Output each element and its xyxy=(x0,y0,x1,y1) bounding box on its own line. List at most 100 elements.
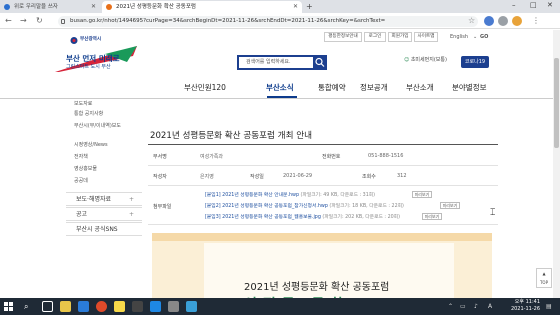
poster-title: 2021년 성평등문화 확산 공동포럼 xyxy=(244,282,390,293)
task-view-icon[interactable] xyxy=(42,301,53,312)
accessibility-info-link[interactable]: 평등한정보안내 xyxy=(324,32,362,42)
sidebar-item-notices[interactable]: 통합 공지사항 xyxy=(74,110,103,117)
app-icon[interactable] xyxy=(132,301,143,312)
chevron-down-icon[interactable]: ⌄ xyxy=(473,32,477,42)
views-value: 312 xyxy=(397,173,407,179)
gnb-item-about-busan[interactable]: 부산소개 xyxy=(406,78,434,98)
page-title: 2021년 성평등문화 확산 공동포럼 개최 안내 xyxy=(150,131,313,141)
attachment-file-link[interactable]: [붙임1] 2021년 성평등문화 확산 안내문.hwp (파일크기: 49 K… xyxy=(205,191,375,198)
gnb-item-civil-service[interactable]: 부산민원120 xyxy=(184,78,226,98)
top-label: TOP xyxy=(539,280,548,285)
sidebar-group-sns[interactable]: 부산시 공식SNS xyxy=(66,222,142,236)
language-select[interactable]: English xyxy=(450,32,468,42)
menu-kebab-icon[interactable]: ⋮ xyxy=(532,15,540,27)
views-label: 조회수 xyxy=(362,174,376,180)
clock-date: 2021-11-26 xyxy=(510,306,540,312)
file-meta: (파일크기: 18 KB, 다운로드 : 22회) xyxy=(329,204,404,209)
sidebar-item-ebook[interactable]: 전자책 xyxy=(74,153,88,160)
maximize-button[interactable]: □ xyxy=(530,1,537,9)
search-button[interactable] xyxy=(313,55,327,70)
file-name[interactable]: [붙임3] 2021년 성평등문화 확산 공동포럼_웹홍보물.jpg xyxy=(205,215,321,220)
expand-plus-icon[interactable]: + xyxy=(129,208,134,222)
browser-edge-icon[interactable] xyxy=(78,301,89,312)
lock-icon[interactable] xyxy=(61,19,65,24)
preview-button[interactable]: 미리보기 xyxy=(422,213,442,220)
expand-plus-icon[interactable]: + xyxy=(129,193,134,207)
tab-title: 위로 우리말을 쓰자 xyxy=(14,4,58,10)
attachment-file-link[interactable]: [붙임3] 2021년 성평등문화 확산 공동포럼_웹홍보물.jpg (파일크기… xyxy=(205,213,400,220)
gnb-item-field-info[interactable]: 분야별정보 xyxy=(452,78,487,98)
dept-label: 부서명 xyxy=(153,154,167,160)
close-tab-icon[interactable]: ✕ xyxy=(293,1,298,13)
sidebar-item-department-news[interactable]: 부산시(부/이내역)보도 xyxy=(74,122,121,129)
file-meta: (파일크기: 49 KB, 다운로드 : 31회) xyxy=(300,193,376,198)
left-sidebar: 보도자료 통합 공지사항 부산시(부/이내역)보도 시정영상/News 전자책 … xyxy=(66,100,142,240)
screen: 위로 우리말을 쓰자 ✕ 2021년 성평등문화 확산 공동포럼 ✕ + – □… xyxy=(0,0,560,315)
tray-up-arrow-icon[interactable]: ⌃ xyxy=(448,303,453,310)
close-window-button[interactable]: ✕ xyxy=(547,1,553,9)
chrome-icon[interactable] xyxy=(96,301,107,312)
author-label: 작성자 xyxy=(153,174,167,180)
notification-icon[interactable]: ▤ xyxy=(546,303,552,310)
kakaotalk-icon[interactable] xyxy=(114,301,125,312)
dept-value: 여성가족과 xyxy=(200,154,224,160)
search-icon xyxy=(315,57,325,67)
ime-language[interactable]: A xyxy=(488,303,492,310)
corona19-button[interactable]: 코로나19 xyxy=(461,56,489,68)
taskbar-clock[interactable]: 오후 11:41 2021-11-26 xyxy=(500,299,540,313)
gnb-item-reservation[interactable]: 통합예약 xyxy=(318,78,346,98)
file-meta: (파일크기: 202 KB, 다운로드 : 20회) xyxy=(322,215,400,220)
taskbar-search-icon[interactable]: ⌕ xyxy=(24,302,28,312)
file-explorer-icon[interactable] xyxy=(60,301,71,312)
site-favicon-icon xyxy=(106,4,112,10)
sidebar-item-press-release[interactable]: 보도자료 xyxy=(74,100,92,107)
gnb-item-busan-news[interactable]: 부산소식 xyxy=(266,78,294,98)
address-toolbar: ← → ↻ busan.go.kr/nhot/1494695?curPage=3… xyxy=(0,13,560,29)
phone-value: 051-888-1516 xyxy=(368,153,404,159)
browser-tab-bar: 위로 우리말을 쓰자 ✕ 2021년 성평등문화 확산 공동포럼 ✕ + – □… xyxy=(0,0,560,13)
browser-tab-2[interactable]: 2021년 성평등문화 확산 공동포럼 ✕ xyxy=(102,1,302,13)
preview-button[interactable]: 미리보기 xyxy=(412,191,432,198)
new-tab-button[interactable]: + xyxy=(306,2,313,11)
network-icon[interactable]: ▭ xyxy=(460,303,466,310)
attachment-label: 첨부파일 xyxy=(153,204,172,210)
app-icon[interactable] xyxy=(186,301,197,312)
hancom-icon[interactable] xyxy=(150,301,161,312)
sidebar-item-public-data[interactable]: 공공데 xyxy=(74,177,88,184)
app-icon[interactable] xyxy=(168,301,179,312)
extensions-puzzle-icon[interactable] xyxy=(498,16,508,26)
poster-decoration xyxy=(152,233,492,241)
site-favicon-icon xyxy=(4,4,10,10)
file-name[interactable]: [붙임2] 2021년 성평등문화 확산 공동포럼_참가신청서.hwp xyxy=(205,204,328,209)
top-button[interactable]: ▲ TOP xyxy=(536,268,552,288)
preview-button[interactable]: 미리보기 xyxy=(440,202,460,209)
forward-button[interactable]: → xyxy=(20,15,27,27)
signup-link[interactable]: 회원가입 xyxy=(388,32,412,42)
close-tab-icon[interactable]: ✕ xyxy=(91,1,96,13)
row-divider xyxy=(148,224,498,225)
browser-tab-1[interactable]: 위로 우리말을 쓰자 ✕ xyxy=(0,1,100,13)
sitemap-link[interactable]: 사이트맵 xyxy=(414,32,438,42)
windows-start-icon[interactable] xyxy=(4,302,13,311)
row-divider xyxy=(148,185,498,186)
file-name[interactable]: [붙임1] 2021년 성평등문화 확산 안내문.hwp xyxy=(205,193,299,198)
profile-avatar-icon[interactable] xyxy=(512,16,522,26)
site-logo-text[interactable]: 부산광역시 xyxy=(80,35,101,45)
sidebar-group-press[interactable]: 보도·해명자료 + xyxy=(66,192,142,206)
url-bar[interactable]: busan.go.kr/nhot/1494695?curPage=34&srch… xyxy=(58,16,478,27)
volume-icon[interactable]: ♪ xyxy=(474,303,478,310)
gnb-item-open-info[interactable]: 정보공개 xyxy=(360,78,388,98)
language-go-button[interactable]: GO xyxy=(480,32,488,42)
extension-icon[interactable] xyxy=(484,16,494,26)
attachment-file-link[interactable]: [붙임2] 2021년 성평등문화 확산 공동포럼_참가신청서.hwp (파일크… xyxy=(205,202,404,209)
bookmark-star-icon[interactable]: ☆ xyxy=(468,16,475,25)
sidebar-item-promo-video[interactable]: 영상홍보물 xyxy=(74,165,97,172)
login-link[interactable]: 로그인 xyxy=(364,32,386,42)
scrollbar-thumb[interactable] xyxy=(554,58,559,148)
gnb-divider xyxy=(0,98,560,99)
minimize-button[interactable]: – xyxy=(512,1,516,9)
back-button[interactable]: ← xyxy=(5,15,12,27)
reload-button[interactable]: ↻ xyxy=(36,15,43,27)
sidebar-item-video-news[interactable]: 시정영상/News xyxy=(74,141,108,148)
sidebar-group-announcements[interactable]: 공고 + xyxy=(66,207,142,221)
